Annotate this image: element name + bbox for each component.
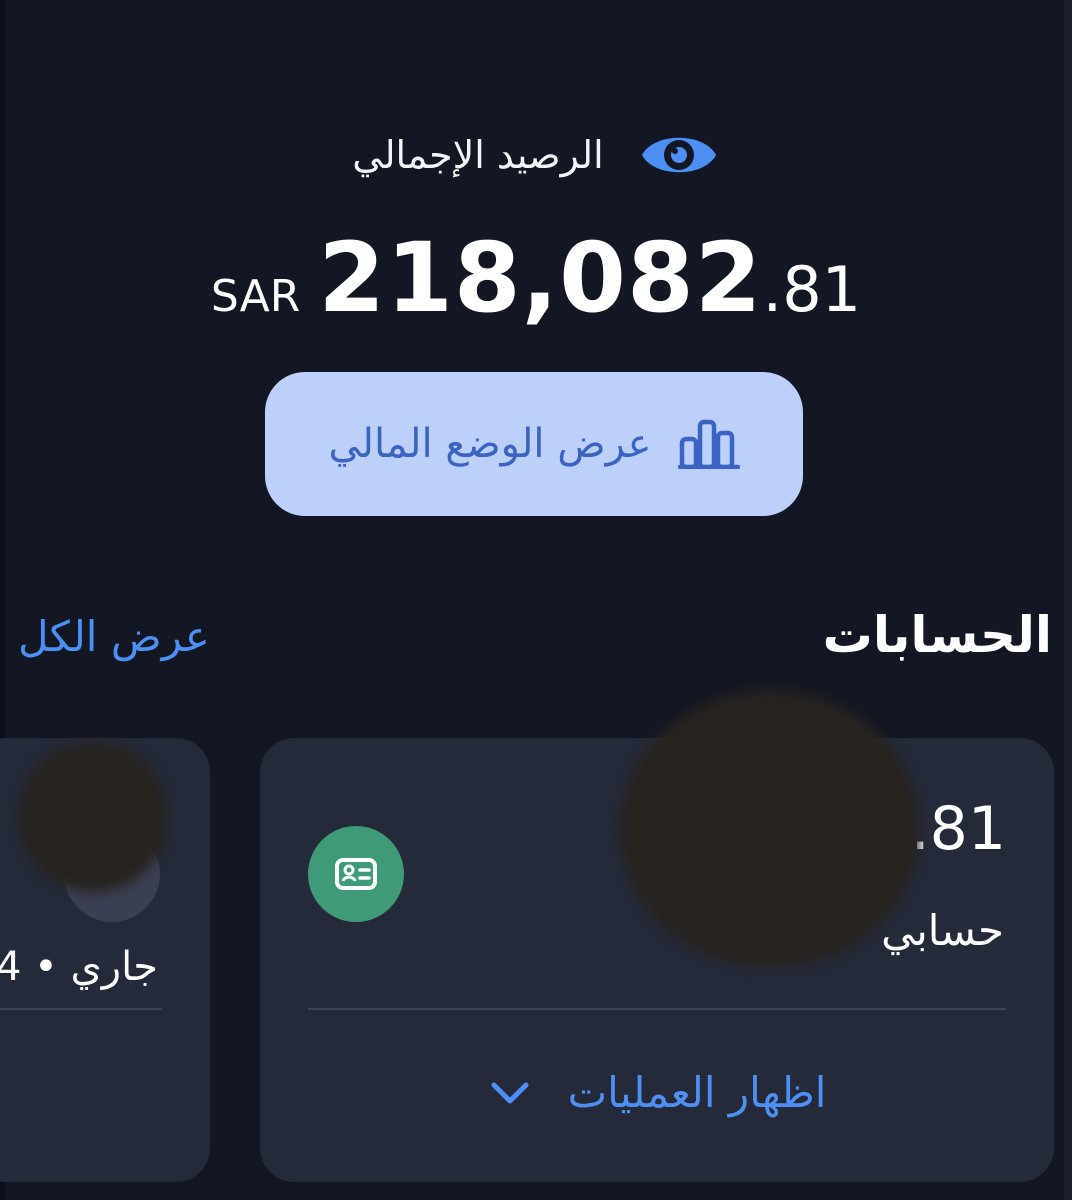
view-all-link[interactable]: عرض الكل [18,612,210,661]
privacy-blur [18,742,168,892]
chevron-down-icon [491,1082,529,1103]
eye-icon[interactable] [638,124,720,186]
accounts-section-title: الحسابات [822,606,1052,664]
account-type-label: جاري • 4 [0,944,158,990]
account-amount: .81 [910,794,1006,864]
privacy-blur [620,690,920,968]
screen: الرصيد الإجمالي SAR 218,082 .81 عرض الوض… [0,0,1072,1200]
show-transactions-label: اظهار العمليات [567,1068,827,1117]
balance-amount-integer: 218,082 [318,222,763,334]
financial-position-label: عرض الوضع المالي [328,421,652,467]
total-balance-amount: SAR 218,082 .81 [0,222,1072,334]
card-divider [0,1008,162,1010]
total-balance-header: الرصيد الإجمالي [0,120,1072,190]
balance-currency: SAR [210,271,301,322]
bar-chart-icon [677,419,740,469]
card-divider [308,1008,1006,1010]
id-card-icon [308,826,404,922]
id-card-glyph [335,858,377,890]
account-name: حسابي [881,906,1004,955]
total-balance-title: الرصيد الإجمالي [352,133,604,177]
balance-amount-decimal: .81 [762,253,862,326]
show-transactions-button[interactable]: اظهار العمليات [260,1068,1054,1117]
financial-position-button[interactable]: عرض الوضع المالي [265,372,803,516]
